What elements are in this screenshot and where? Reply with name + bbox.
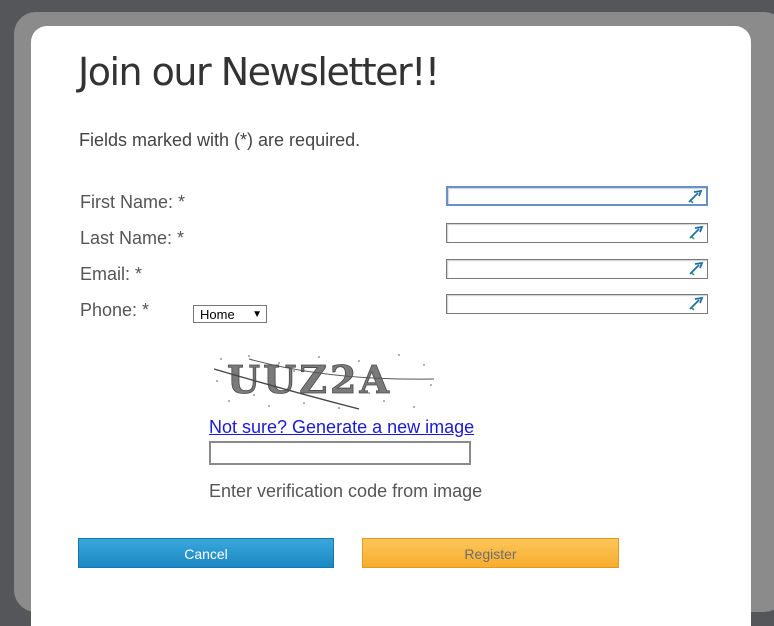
required-fields-note: Fields marked with (*) are required. [79,130,361,150]
chevron-down-icon: ▼ [252,309,262,320]
captcha-image: UUZ2A [209,351,439,413]
phone-input[interactable] [446,294,708,314]
email-label: Email: * [80,264,143,284]
newsletter-card: Join our Newsletter!! Fields marked with… [31,26,751,626]
last-name-label: Last Name: * [80,228,185,248]
cancel-button[interactable]: Cancel [78,538,334,568]
verification-code-input[interactable] [209,441,471,465]
phone-type-select[interactable]: Home ▼ [193,305,267,323]
page-title: Join our Newsletter!! [78,50,440,94]
autofill-key-icon[interactable] [688,224,704,240]
autofill-key-icon[interactable] [688,260,704,276]
first-name-label: First Name: * [80,192,186,212]
register-button[interactable]: Register [362,538,619,568]
verification-code-help: Enter verification code from image [209,481,483,501]
autofill-key-icon[interactable] [687,188,703,204]
email-input[interactable] [446,259,708,279]
phone-label: Phone: * [80,300,150,320]
autofill-key-icon[interactable] [688,295,704,311]
generate-new-image-link[interactable]: Not sure? Generate a new image [209,417,474,438]
first-name-input[interactable] [446,186,708,206]
last-name-input[interactable] [446,223,708,243]
phone-type-value: Home [200,307,235,322]
